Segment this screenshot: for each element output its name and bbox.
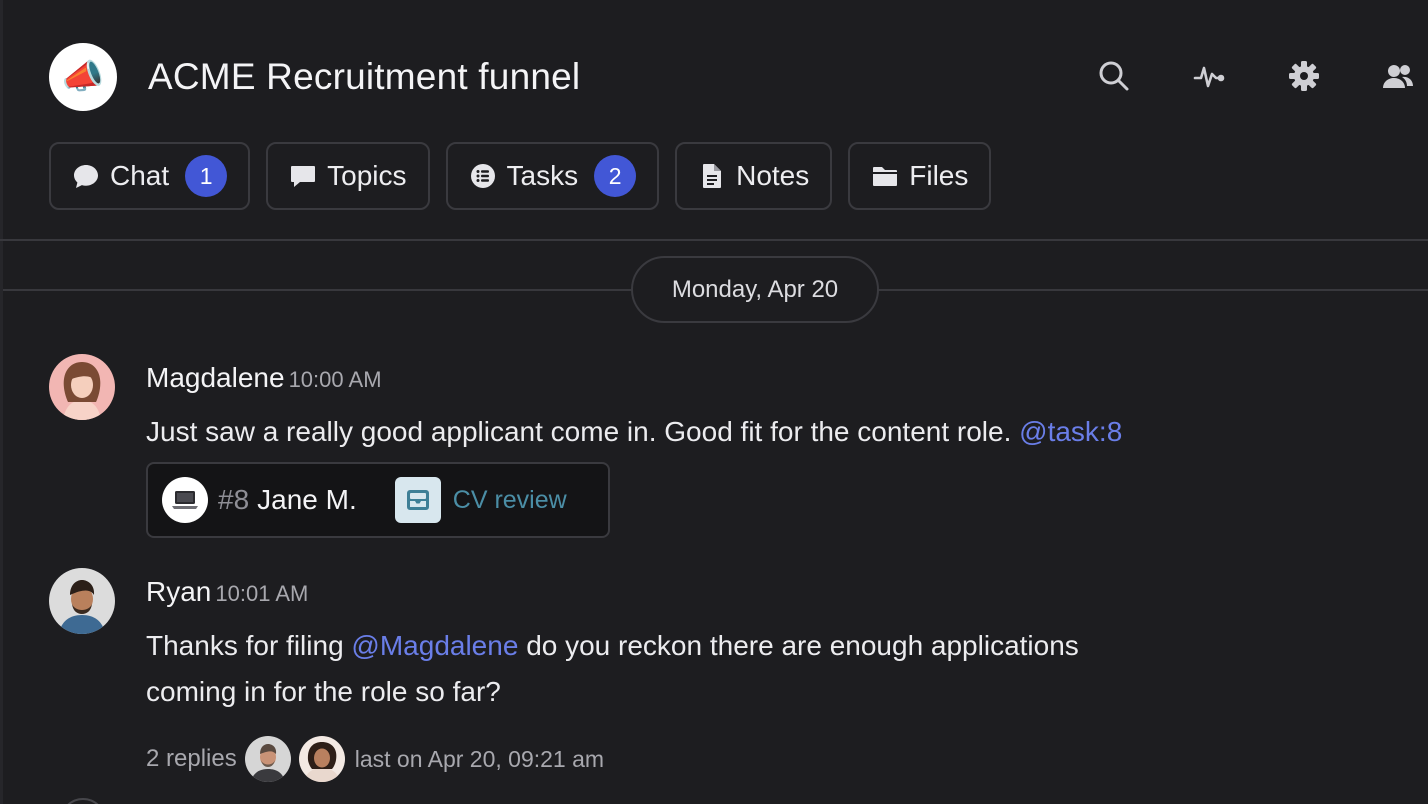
task-mention-link[interactable]: @task:8 xyxy=(1019,416,1122,447)
tab-notes[interactable]: Notes xyxy=(675,142,833,210)
channel-tabs: Chat 1 Topics Tasks 2 Notes Files xyxy=(49,142,992,210)
message-author: Magdalene 10:00 AM xyxy=(146,362,382,394)
message-time: 10:00 AM xyxy=(288,367,382,392)
members-icon[interactable] xyxy=(1378,56,1418,96)
message-body: Just saw a really good applicant come in… xyxy=(146,416,1012,447)
folder-icon xyxy=(873,167,898,186)
message-body: Thanks for filing xyxy=(146,630,344,661)
date-divider: Monday, Apr 20 xyxy=(631,256,879,323)
task-status: CV review xyxy=(452,485,567,514)
tab-tasks[interactable]: Tasks 2 xyxy=(445,142,660,210)
message-time: 10:01 AM xyxy=(215,581,309,606)
inbox-icon xyxy=(394,477,441,523)
tab-label: Tasks xyxy=(506,160,579,191)
message-body: coming in for the role so far? xyxy=(146,676,501,707)
author-name[interactable]: Magdalene xyxy=(146,362,285,393)
reply-avatar xyxy=(298,736,345,782)
activity-icon[interactable] xyxy=(1189,56,1229,96)
reply-count[interactable]: 2 replies xyxy=(146,745,237,773)
channel-header: 📣 ACME Recruitment funnel Chat 1 Topics … xyxy=(0,0,1428,241)
tab-label: Files xyxy=(909,160,969,191)
tab-chat[interactable]: Chat 1 xyxy=(49,142,251,210)
document-icon xyxy=(703,164,722,188)
tab-files[interactable]: Files xyxy=(848,142,992,210)
next-message-avatar xyxy=(60,798,106,804)
tab-label: Notes xyxy=(736,160,810,191)
thread-replies[interactable]: 2 replies last on Apr 20, 09:21 am xyxy=(146,736,604,782)
channel-avatar: 📣 xyxy=(49,43,117,111)
message-author: Ryan 10:01 AM xyxy=(146,576,308,608)
megaphone-icon: 📣 xyxy=(61,58,105,96)
unread-badge: 1 xyxy=(185,155,228,197)
search-icon[interactable] xyxy=(1094,56,1134,96)
author-name[interactable]: Ryan xyxy=(146,576,211,607)
last-reply-time: last on Apr 20, 09:21 am xyxy=(354,745,605,772)
message-body: do you reckon there are enough applicati… xyxy=(526,630,1079,661)
task-name: Jane M. xyxy=(257,484,357,515)
message-text: Thanks for filing @Magdalene do you reck… xyxy=(146,623,1226,715)
message-text: Just saw a really good applicant come in… xyxy=(146,409,1122,455)
avatar-ryan[interactable] xyxy=(49,568,115,634)
channel-title: ACME Recruitment funnel xyxy=(148,56,581,97)
tab-topics[interactable]: Topics xyxy=(266,142,430,210)
avatar-magdalene[interactable] xyxy=(49,354,115,420)
gear-icon[interactable] xyxy=(1284,56,1324,96)
laptop-icon xyxy=(162,477,208,523)
tab-label: Topics xyxy=(327,160,407,191)
chat-bubble-icon xyxy=(74,165,98,188)
user-mention-link[interactable]: @Magdalene xyxy=(351,630,518,661)
task-number: #8 xyxy=(218,484,250,515)
tasks-icon xyxy=(470,164,495,188)
topics-icon xyxy=(291,166,316,187)
task-card[interactable]: #8 Jane M. CV review xyxy=(146,462,610,538)
tasks-badge: 2 xyxy=(594,155,637,197)
reply-avatar xyxy=(244,736,291,782)
tab-label: Chat xyxy=(110,160,170,191)
